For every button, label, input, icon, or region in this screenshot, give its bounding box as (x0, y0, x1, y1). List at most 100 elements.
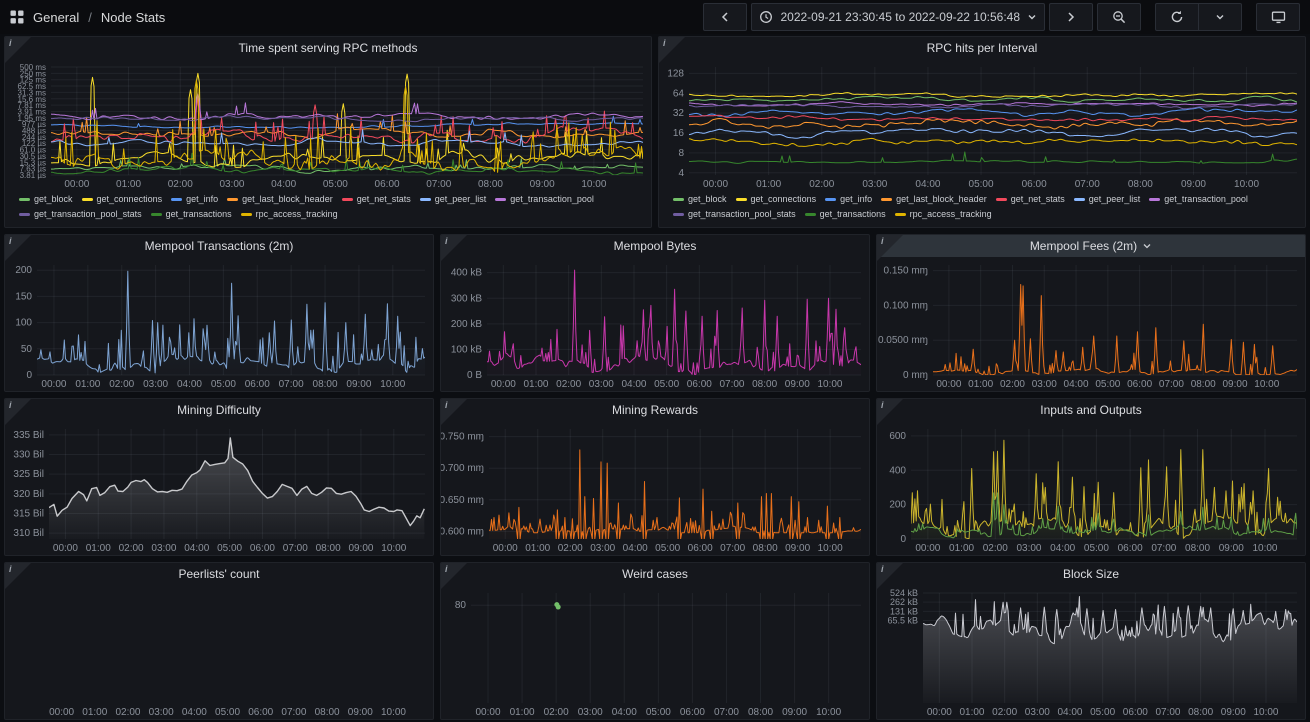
panel-info-icon[interactable]: i (877, 235, 903, 261)
chart-canvas[interactable]: 05010015020000:0001:0002:0003:0004:0005:… (5, 257, 433, 391)
chart-canvas[interactable]: 310 Bil315 Bil320 Bil325 Bil330 Bil335 B… (5, 421, 433, 555)
chart-canvas[interactable]: 00:0001:0002:0003:0004:0005:0006:0007:00… (5, 585, 433, 719)
panel-info-icon[interactable]: i (5, 37, 31, 63)
chart-area[interactable]: 310 Bil315 Bil320 Bil325 Bil330 Bil335 B… (5, 421, 433, 555)
panel-title[interactable]: Time spent serving RPC methods (239, 41, 418, 55)
legend-item-rpc-access-tracking[interactable]: rpc_access_tracking (895, 208, 992, 221)
legend-item-get-transaction-pool[interactable]: get_transaction_pool (1149, 193, 1248, 206)
time-range-back-button[interactable] (703, 3, 747, 31)
legend-item-get-connections[interactable]: get_connections (736, 193, 817, 206)
panel-info-icon[interactable]: i (5, 563, 31, 589)
chart-area[interactable]: 3.81 µs7.63 µs15.3 µs30.5 µs61.0 µs122 µ… (5, 59, 651, 191)
chart-area[interactable]: 00:0001:0002:0003:0004:0005:0006:0007:00… (5, 585, 433, 719)
time-range-forward-button[interactable] (1049, 3, 1093, 31)
panel-title[interactable]: Peerlists' count (179, 567, 260, 581)
chart-canvas[interactable]: 3.81 µs7.63 µs15.3 µs30.5 µs61.0 µs122 µ… (5, 59, 651, 191)
legend-item-get-net-stats[interactable]: get_net_stats (996, 193, 1065, 206)
panel-header[interactable]: Mining Difficulty (5, 399, 433, 421)
legend-item-get-transactions[interactable]: get_transactions (805, 208, 886, 221)
legend-swatch (227, 198, 238, 201)
chart-area[interactable]: 0.600 mɱ0.650 mɱ0.700 mɱ0.750 mɱ00:0001:… (441, 421, 869, 555)
panel-header[interactable]: Peerlists' count (5, 563, 433, 585)
refresh-interval-dropdown[interactable] (1199, 3, 1242, 31)
chart-canvas[interactable]: 020040060000:0001:0002:0003:0004:0005:00… (877, 421, 1305, 555)
dashboards-grid-icon[interactable] (10, 10, 24, 24)
panel-mempool-fees-2m: i Mempool Fees (2m) 0 mɱ0.0500 mɱ0.100 mɱ0… (876, 234, 1306, 392)
svg-text:00:00: 00:00 (64, 179, 89, 190)
legend-item-rpc-access-tracking[interactable]: rpc_access_tracking (241, 208, 338, 221)
chart-canvas[interactable]: 0.600 mɱ0.650 mɱ0.700 mɱ0.750 mɱ00:0001:… (441, 421, 869, 555)
panel-header[interactable]: Mempool Bytes (441, 235, 869, 257)
legend-item-get-last-block-header[interactable]: get_last_block_header (227, 193, 333, 206)
chart-area[interactable]: 65.5 kB131 kB262 kB524 kB00:0001:0002:00… (877, 585, 1305, 719)
svg-text:16: 16 (673, 128, 685, 139)
panel-header[interactable]: Inputs and Outputs (877, 399, 1305, 421)
chart-canvas[interactable]: 0 B100 kB200 kB300 kB400 kB00:0001:0002:… (441, 257, 869, 391)
panel-title[interactable]: Mempool Transactions (2m) (145, 239, 294, 253)
chart-area[interactable]: 020040060000:0001:0002:0003:0004:0005:00… (877, 421, 1305, 555)
panel-header[interactable]: Block Size (877, 563, 1305, 585)
legend-item-get-block[interactable]: get_block (673, 193, 727, 206)
legend-item-get-last-block-header[interactable]: get_last_block_header (881, 193, 987, 206)
panel-info-letter: i (445, 400, 448, 410)
legend-item-get-transaction-pool-stats[interactable]: get_transaction_pool_stats (19, 208, 142, 221)
panel-header[interactable]: Weird cases (441, 563, 869, 585)
svg-text:07:00: 07:00 (281, 707, 306, 718)
panel-info-icon[interactable]: i (877, 563, 903, 589)
panel-info-icon[interactable]: i (441, 563, 467, 589)
panel-title[interactable]: RPC hits per Interval (927, 41, 1038, 55)
chart-canvas[interactable]: 8000:0001:0002:0003:0004:0005:0006:0007:… (441, 585, 869, 719)
panel-info-icon[interactable]: i (877, 399, 903, 425)
legend-item-get-peer-list[interactable]: get_peer_list (420, 193, 487, 206)
time-range-picker[interactable]: 2022-09-21 23:30:45 to 2022-09-22 10:56:… (751, 3, 1045, 31)
legend-item-get-peer-list[interactable]: get_peer_list (1074, 193, 1141, 206)
panel-info-icon[interactable]: i (5, 399, 31, 425)
chart-area[interactable]: 8000:0001:0002:0003:0004:0005:0006:0007:… (441, 585, 869, 719)
zoom-out-button[interactable] (1097, 3, 1141, 31)
dashboard-grid: i Time spent serving RPC methods 3.81 µs7.… (0, 34, 1310, 722)
panel-header[interactable]: Mempool Transactions (2m) (5, 235, 433, 257)
chart-area[interactable]: 0 mɱ0.0500 mɱ0.100 mɱ0.150 mɱ00:0001:000… (877, 257, 1305, 391)
panel-header[interactable]: RPC hits per Interval (659, 37, 1305, 59)
panel-header[interactable]: Mining Rewards (441, 399, 869, 421)
chart-canvas[interactable]: 65.5 kB131 kB262 kB524 kB00:0001:0002:00… (877, 585, 1305, 719)
legend-item-get-info[interactable]: get_info (825, 193, 872, 206)
panel-header[interactable]: Time spent serving RPC methods (5, 37, 651, 59)
legend-label: rpc_access_tracking (910, 208, 992, 221)
legend-item-get-transactions[interactable]: get_transactions (151, 208, 232, 221)
legend-item-get-connections[interactable]: get_connections (82, 193, 163, 206)
panel-info-icon[interactable]: i (441, 399, 467, 425)
chart-canvas[interactable]: 0 mɱ0.0500 mɱ0.100 mɱ0.150 mɱ00:0001:000… (877, 257, 1305, 391)
legend-item-get-net-stats[interactable]: get_net_stats (342, 193, 411, 206)
panel-info-icon[interactable]: i (441, 235, 467, 261)
panel-header[interactable]: Mempool Fees (2m) (877, 235, 1305, 257)
legend-item-get-block[interactable]: get_block (19, 193, 73, 206)
chart-canvas[interactable]: 4816326412800:0001:0002:0003:0004:0005:0… (659, 59, 1305, 191)
legend-item-get-transaction-pool-stats[interactable]: get_transaction_pool_stats (673, 208, 796, 221)
panel-title[interactable]: Mining Difficulty (177, 403, 261, 417)
panel-info-letter: i (445, 564, 448, 574)
svg-text:07:00: 07:00 (1151, 543, 1176, 554)
panel-title[interactable]: Mining Rewards (612, 403, 698, 417)
chart-area[interactable]: 0 B100 kB200 kB300 kB400 kB00:0001:0002:… (441, 257, 869, 391)
panel-title[interactable]: Mempool Fees (2m) (1030, 239, 1137, 253)
panel-title[interactable]: Block Size (1063, 567, 1119, 581)
legend-item-get-info[interactable]: get_info (171, 193, 218, 206)
svg-text:05:00: 05:00 (215, 707, 240, 718)
breadcrumb-page[interactable]: Node Stats (101, 10, 165, 25)
panel-info-icon[interactable]: i (5, 235, 31, 261)
refresh-button[interactable] (1155, 3, 1199, 31)
panel-title[interactable]: Inputs and Outputs (1040, 403, 1141, 417)
svg-text:04:00: 04:00 (271, 179, 296, 190)
kiosk-mode-button[interactable] (1256, 3, 1300, 31)
svg-text:07:00: 07:00 (1155, 707, 1180, 718)
svg-text:04:00: 04:00 (1057, 707, 1082, 718)
panel-title[interactable]: Mempool Bytes (614, 239, 697, 253)
svg-text:08:00: 08:00 (752, 379, 777, 390)
legend-item-get-transaction-pool[interactable]: get_transaction_pool (495, 193, 594, 206)
breadcrumb-section[interactable]: General (33, 10, 79, 25)
panel-title[interactable]: Weird cases (622, 567, 688, 581)
panel-info-icon[interactable]: i (659, 37, 685, 63)
chart-area[interactable]: 05010015020000:0001:0002:0003:0004:0005:… (5, 257, 433, 391)
chart-area[interactable]: 4816326412800:0001:0002:0003:0004:0005:0… (659, 59, 1305, 191)
